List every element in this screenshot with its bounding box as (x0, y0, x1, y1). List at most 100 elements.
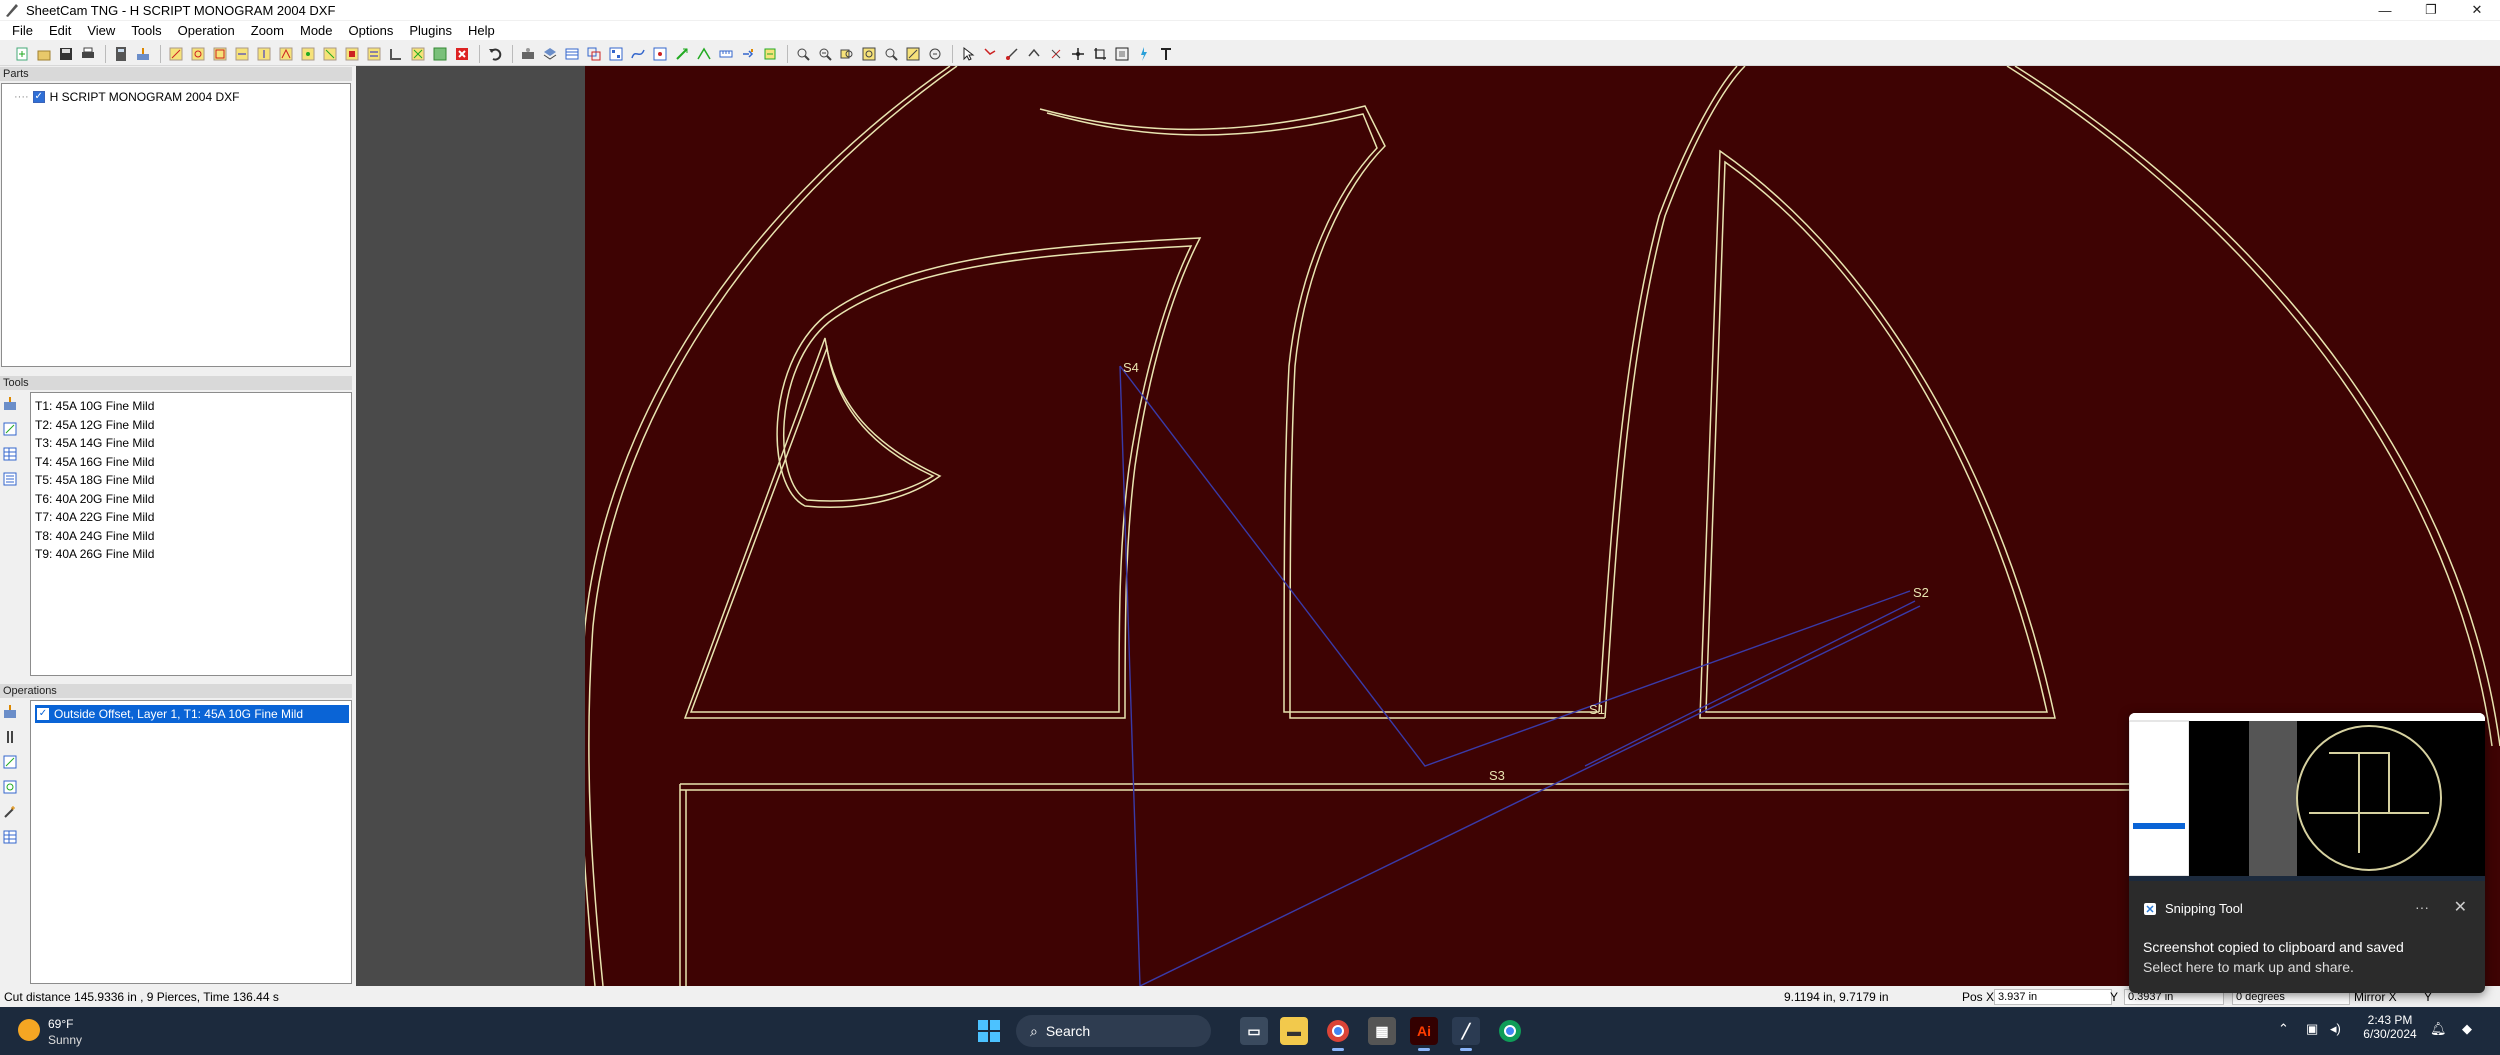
pan-icon[interactable] (1068, 44, 1088, 64)
menu-view[interactable]: View (79, 23, 123, 38)
layers-icon[interactable] (540, 44, 560, 64)
tool-item-t1[interactable]: T1: 45A 10G Fine Mild (1, 397, 351, 416)
toast-close-button[interactable]: ✕ (2454, 897, 2467, 917)
operation-copy-icon[interactable] (2, 754, 18, 770)
tool-item-t2[interactable]: T2: 45A 12G Fine Mild (1, 416, 351, 435)
task-view-icon[interactable]: ▭ (1240, 1017, 1268, 1045)
windows-start-icon[interactable] (978, 1020, 1000, 1042)
print-icon[interactable] (78, 44, 98, 64)
menu-zoom[interactable]: Zoom (243, 23, 292, 38)
delete-operation-icon[interactable] (452, 44, 472, 64)
sheetcam-taskbar-icon[interactable]: ╱ (1452, 1017, 1480, 1051)
add-operation-icon-1[interactable] (166, 44, 186, 64)
chrome-profile-icon[interactable] (1496, 1017, 1524, 1045)
file-explorer-icon[interactable]: ▬ (1280, 1017, 1308, 1045)
tray-overflow-icon[interactable]: ⌃ (2278, 1021, 2289, 1037)
maximize-button[interactable]: ❐ (2408, 0, 2454, 20)
toast-more-button[interactable]: ··· (2415, 899, 2429, 915)
menu-options[interactable]: Options (341, 23, 402, 38)
system-clock[interactable]: 2:43 PM 6/30/2024 (2360, 1013, 2420, 1041)
add-operation-icon-13[interactable] (430, 44, 450, 64)
simulate-icon[interactable] (738, 44, 758, 64)
volume-icon[interactable]: ◂) (2330, 1021, 2341, 1037)
operation-item[interactable]: ✓ Outside Offset, Layer 1, T1: 45A 10G F… (35, 705, 349, 723)
add-operation-icon-9[interactable] (342, 44, 362, 64)
zoom-part-icon[interactable] (859, 44, 879, 64)
post-process-icon[interactable] (133, 44, 153, 64)
calculator-app-icon[interactable]: ▦ (1368, 1017, 1396, 1045)
add-operation-icon-3[interactable] (210, 44, 230, 64)
tool-item-t4[interactable]: T4: 45A 16G Fine Mild (1, 453, 351, 472)
weather-temperature[interactable]: 69°F (48, 1017, 73, 1031)
path-icon[interactable] (628, 44, 648, 64)
part-view-icon[interactable] (584, 44, 604, 64)
pos-x-field[interactable]: 3.937 in (1994, 989, 2112, 1005)
tool-item-t5[interactable]: T5: 45A 18G Fine Mild (1, 471, 351, 490)
add-operation-icon-5[interactable] (254, 44, 274, 64)
operation-table-icon[interactable] (2, 829, 18, 845)
add-operation-icon-10[interactable] (364, 44, 384, 64)
zoom-out-icon[interactable] (815, 44, 835, 64)
plasma-icon[interactable] (1134, 44, 1154, 64)
add-operation-icon-11[interactable] (386, 44, 406, 64)
taskbar-search[interactable]: ⌕ Search (1016, 1015, 1211, 1047)
select-pointer-icon[interactable] (958, 44, 978, 64)
zoom-in-icon[interactable] (793, 44, 813, 64)
tool-item-t8[interactable]: T8: 40A 24G Fine Mild (1, 527, 351, 546)
snipping-notification[interactable]: Snipping Tool ··· ✕ Screenshot copied to… (2129, 713, 2485, 993)
close-window-button[interactable]: ✕ (2454, 0, 2500, 20)
operation-checkbox[interactable]: ✓ (37, 708, 49, 720)
fit-icon[interactable] (1112, 44, 1132, 64)
operation-edit-icon[interactable] (2, 729, 18, 745)
undo-icon[interactable] (485, 44, 505, 64)
copilot-icon[interactable]: ◆ (2462, 1021, 2472, 1037)
screenshot-thumbnail[interactable] (2129, 713, 2485, 881)
menu-mode[interactable]: Mode (292, 23, 341, 38)
illustrator-icon[interactable]: Ai (1410, 1017, 1438, 1051)
add-operation-icon-7[interactable] (298, 44, 318, 64)
sun-icon[interactable] (18, 1019, 40, 1041)
zoom-sheet-icon[interactable] (903, 44, 923, 64)
add-operation-icon-8[interactable] (320, 44, 340, 64)
chrome-icon[interactable] (1324, 1017, 1352, 1051)
settings-icon[interactable] (760, 44, 780, 64)
notifications-icon[interactable]: 🔔︎ (2430, 1021, 2447, 1037)
zoom-window-icon[interactable] (837, 44, 857, 64)
tool-item-t7[interactable]: T7: 40A 22G Fine Mild (1, 508, 351, 527)
tab-icon[interactable] (694, 44, 714, 64)
rotate-icon[interactable] (1046, 44, 1066, 64)
tool-item-t9[interactable]: T9: 40A 26G Fine Mild (1, 545, 351, 564)
tool-item-t6[interactable]: T6: 40A 20G Fine Mild (1, 490, 351, 509)
edit-path-icon[interactable] (1002, 44, 1022, 64)
tool-item-t3[interactable]: T3: 45A 14G Fine Mild (1, 434, 351, 453)
menu-tools[interactable]: Tools (123, 23, 169, 38)
add-operation-icon-6[interactable] (276, 44, 296, 64)
network-icon[interactable]: ▣ (2306, 1021, 2318, 1037)
move-start-icon[interactable] (1024, 44, 1044, 64)
part-checkbox[interactable]: ✓ (32, 91, 45, 103)
weather-condition[interactable]: Sunny (48, 1033, 82, 1047)
operation-wand-icon[interactable] (2, 804, 18, 820)
minimize-button[interactable]: — (2362, 0, 2408, 20)
add-operation-icon-12[interactable] (408, 44, 428, 64)
menu-help[interactable]: Help (460, 23, 503, 38)
zoom-all-icon[interactable] (881, 44, 901, 64)
measure-icon[interactable] (716, 44, 736, 64)
zoom-prev-icon[interactable] (925, 44, 945, 64)
start-point-icon[interactable] (650, 44, 670, 64)
new-job-icon[interactable] (12, 44, 32, 64)
table-view-icon[interactable] (562, 44, 582, 64)
text-tool-icon[interactable] (1156, 44, 1176, 64)
menu-edit[interactable]: Edit (41, 23, 79, 38)
operation-add-icon[interactable] (2, 704, 18, 720)
lead-in-icon[interactable] (672, 44, 692, 64)
open-job-icon[interactable] (34, 44, 54, 64)
crop-icon[interactable] (1090, 44, 1110, 64)
machine-icon[interactable] (518, 44, 538, 64)
nest-icon[interactable] (606, 44, 626, 64)
menu-plugins[interactable]: Plugins (401, 23, 460, 38)
operation-order-icon[interactable] (2, 779, 18, 795)
add-operation-icon-2[interactable] (188, 44, 208, 64)
select-path-icon[interactable] (980, 44, 1000, 64)
save-job-icon[interactable] (56, 44, 76, 64)
